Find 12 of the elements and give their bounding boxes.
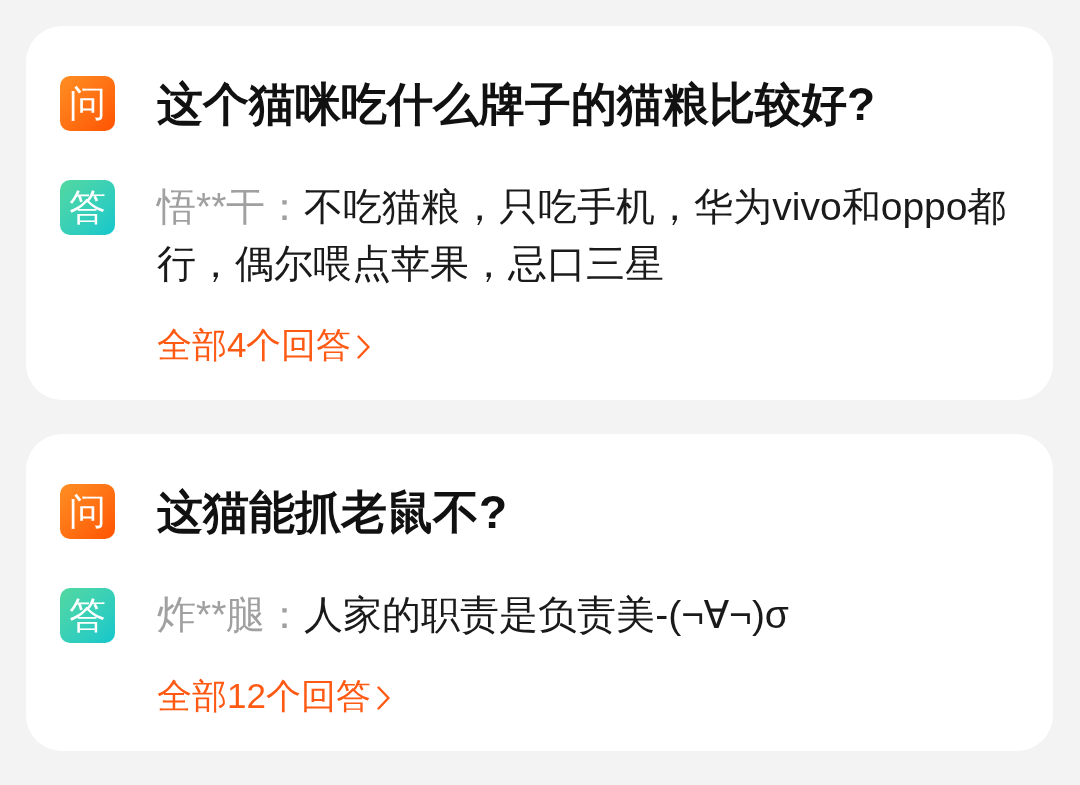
answer-text: 炸**腿：人家的职责是负责美-(¬∀¬)σ	[157, 592, 789, 638]
answer-text: 悟**干：不吃猫粮，只吃手机，华为vivo和oppo都行，偶尔喂点苹果，忌口三星	[157, 184, 1008, 287]
question-text: 这个猫咪吃什么牌子的猫粮比较好?	[157, 77, 876, 132]
chevron-right-icon	[357, 335, 371, 359]
question-tag: 问	[60, 76, 115, 131]
answer-tag: 答	[60, 180, 115, 235]
question-text: 这猫能抓老鼠不?	[157, 485, 508, 540]
question-tag: 问	[60, 484, 115, 539]
chevron-right-icon	[376, 686, 390, 710]
all-answers-link[interactable]: 全部4个回答	[157, 321, 371, 369]
answer-tag: 答	[60, 588, 115, 643]
all-answers-link[interactable]: 全部12个回答	[157, 672, 390, 720]
